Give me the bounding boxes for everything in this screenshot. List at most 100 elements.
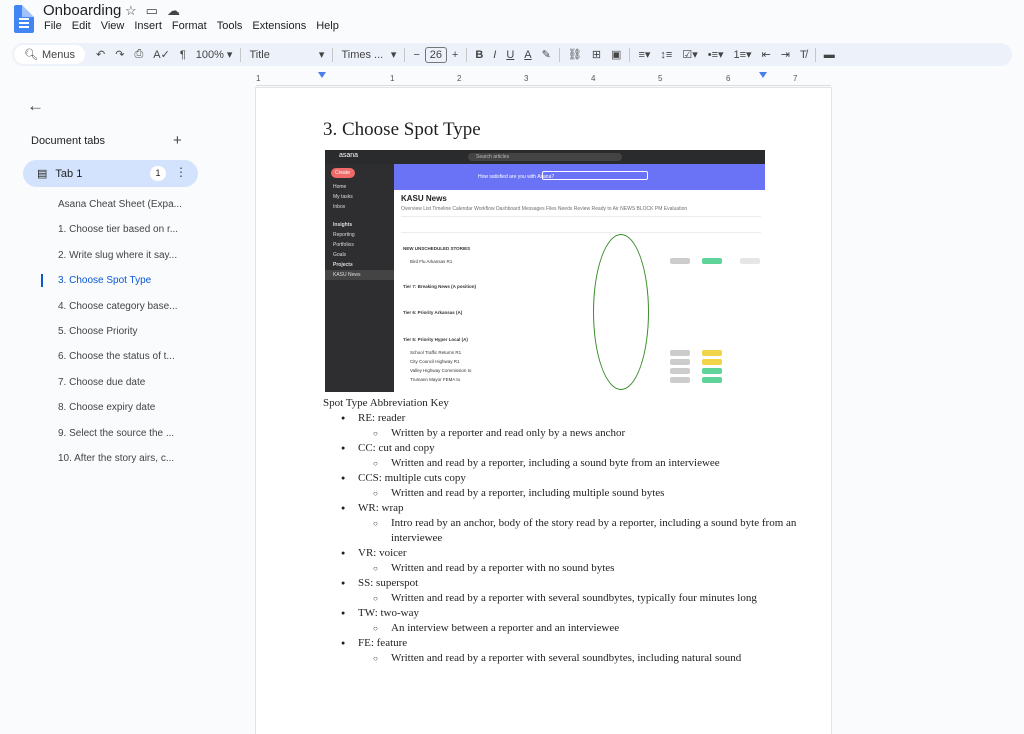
redo-icon[interactable]: ↷ xyxy=(110,48,129,61)
outline-item[interactable]: 10. After the story airs, c... xyxy=(0,446,256,471)
menu-view[interactable]: View xyxy=(101,20,125,32)
docs-logo-icon[interactable] xyxy=(14,5,34,33)
embedded-asana-screenshot[interactable]: asana Search articles Create Home My tas… xyxy=(325,150,765,392)
asana-search: Search articles xyxy=(468,153,622,161)
outline-item[interactable]: 6. Choose the status of t... xyxy=(0,344,256,369)
outline-item[interactable]: Asana Cheat Sheet (Expa... xyxy=(0,192,256,217)
input-tools-icon[interactable]: ▬ xyxy=(819,49,840,61)
clear-formatting-icon[interactable]: T̸ xyxy=(795,49,812,61)
paint-format-icon[interactable]: ¶ xyxy=(175,49,191,61)
tab-1[interactable]: ▤ Tab 1 1 ⋮ xyxy=(23,160,198,187)
italic-icon[interactable]: I xyxy=(488,49,501,61)
outline-item[interactable]: 7. Choose due date xyxy=(0,370,256,395)
outline-item[interactable]: 9. Select the source the ... xyxy=(0,421,256,446)
asana-task: Bird Flu Arkansas R1 xyxy=(410,259,453,264)
increase-font-size-button[interactable]: + xyxy=(447,49,463,61)
spot-type-chip xyxy=(670,258,690,264)
document-title[interactable]: Onboarding xyxy=(43,2,121,19)
category-chip xyxy=(740,258,760,264)
search-menus-button[interactable]: 🔍︎ Menus xyxy=(14,45,85,64)
undo-icon[interactable]: ↶ xyxy=(91,48,110,61)
checklist-icon[interactable]: ☑▾ xyxy=(677,48,702,61)
key-description: Written and read by a reporter with no s… xyxy=(323,561,803,576)
cloud-status-icon[interactable]: ☁ xyxy=(167,3,180,19)
highlight-icon[interactable]: ✎ xyxy=(537,48,556,61)
key-description: Written and read by a reporter with seve… xyxy=(323,651,803,666)
menu-extensions[interactable]: Extensions xyxy=(252,20,306,32)
image-icon[interactable]: ▣ xyxy=(606,48,626,61)
asana-task: Trumann Mayor FEMA to xyxy=(410,377,461,382)
menu-tools[interactable]: Tools xyxy=(217,20,243,32)
decrease-indent-icon[interactable]: ⇤ xyxy=(757,48,776,61)
ruler[interactable]: 1 1 2 3 4 5 6 7 xyxy=(256,72,831,86)
outline-item-active[interactable]: 3. Choose Spot Type xyxy=(0,268,256,293)
outline-item[interactable]: 2. Write slug where it say... xyxy=(0,243,256,268)
align-icon[interactable]: ≡▾ xyxy=(633,48,655,61)
key-term: WR: wrap xyxy=(323,501,803,516)
key-term: VR: voicer xyxy=(323,546,803,561)
outline-item[interactable]: 5. Choose Priority xyxy=(0,319,256,344)
spellcheck-icon[interactable]: A✓ xyxy=(148,48,175,61)
zoom-select[interactable]: 100% ▾ xyxy=(191,48,238,62)
asana-section: Tier 6: Priority Arkansas (A) xyxy=(403,310,463,315)
menu-insert[interactable]: Insert xyxy=(134,20,162,32)
menu-help[interactable]: Help xyxy=(316,20,339,32)
numbered-list-icon[interactable]: 1≡▾ xyxy=(729,48,757,61)
spot-type-chip xyxy=(670,377,690,383)
font-select[interactable]: Times ... ▾ xyxy=(336,48,401,62)
ruler-tick: 1 xyxy=(256,74,261,83)
asana-nav-item: KASU News xyxy=(325,270,394,280)
document-tabs-sidebar: ← Document tabs + ▤ Tab 1 1 ⋮ Asana Chea… xyxy=(0,88,256,734)
asana-survey-banner: How satisfied are you with Asana? xyxy=(394,164,765,190)
menu-edit[interactable]: Edit xyxy=(72,20,91,32)
divider xyxy=(814,47,816,62)
menu-format[interactable]: Format xyxy=(172,20,207,32)
menu-file[interactable]: File xyxy=(44,20,62,32)
asana-nav-item: Reporting xyxy=(333,232,355,238)
asana-sidebar: Create Home My tasks Inbox Insights Repo… xyxy=(325,164,394,392)
ruler-tick: 6 xyxy=(726,74,731,83)
menu-bar: File Edit View Insert Format Tools Exten… xyxy=(44,20,339,32)
toolbar: 🔍︎ Menus ↶ ↷ ⎙ A✓ ¶ 100% ▾ Title ▾ Times … xyxy=(12,43,1012,66)
status-chip xyxy=(702,377,722,383)
bold-icon[interactable]: B xyxy=(470,49,488,61)
document-icon: ▤ xyxy=(37,168,48,180)
asana-topbar: asana Search articles xyxy=(325,150,765,164)
back-arrow-icon[interactable]: ← xyxy=(27,96,44,116)
outline-item[interactable]: 4. Choose category base... xyxy=(0,294,256,319)
highlight-oval xyxy=(593,234,649,390)
key-description: Written and read by a reporter, includin… xyxy=(323,486,803,501)
star-icon[interactable]: ☆ xyxy=(125,3,137,19)
text-color-icon[interactable]: A xyxy=(519,49,536,61)
left-indent-marker[interactable] xyxy=(318,72,326,78)
key-term: CCS: multiple cuts copy xyxy=(323,471,803,486)
divider xyxy=(401,232,761,233)
tab-count-badge: 1 xyxy=(150,166,166,181)
spot-type-chip xyxy=(670,359,690,365)
style-select[interactable]: Title ▾ xyxy=(244,48,329,62)
bulleted-list-icon[interactable]: •≡▾ xyxy=(703,48,729,61)
right-indent-marker[interactable] xyxy=(759,72,767,78)
comment-icon[interactable]: ⊞ xyxy=(587,48,606,61)
more-options-icon[interactable]: ⋮ xyxy=(175,165,187,179)
link-icon[interactable]: ⛓ xyxy=(563,48,587,61)
decrease-font-size-button[interactable]: − xyxy=(408,49,424,61)
asana-nav-item: Projects xyxy=(333,262,353,268)
move-folder-icon[interactable]: ▭ xyxy=(146,3,158,19)
key-term: CC: cut and copy xyxy=(323,441,803,456)
underline-icon[interactable]: U xyxy=(501,49,519,61)
chevron-down-icon: ▾ xyxy=(318,49,325,61)
add-tab-icon[interactable]: + xyxy=(173,132,182,149)
outline-item[interactable]: 8. Choose expiry date xyxy=(0,395,256,420)
asana-task: Valley Highway Commission to xyxy=(410,368,472,373)
increase-indent-icon[interactable]: ⇥ xyxy=(776,48,795,61)
print-icon[interactable]: ⎙ xyxy=(129,48,148,61)
top-bar: Onboarding ☆ ▭ ☁ File Edit View Insert F… xyxy=(0,0,1024,40)
outline-item[interactable]: 1. Choose tier based on r... xyxy=(0,217,256,242)
spot-type-chip xyxy=(670,350,690,356)
abbreviation-key: Spot Type Abbreviation Key RE: reader Wr… xyxy=(323,396,803,666)
line-spacing-icon[interactable]: ↕≡ xyxy=(655,49,677,61)
font-size-input[interactable]: 26 xyxy=(424,46,447,63)
divider xyxy=(558,47,560,62)
document-page[interactable]: 3. Choose Spot Type asana Search article… xyxy=(256,88,831,734)
